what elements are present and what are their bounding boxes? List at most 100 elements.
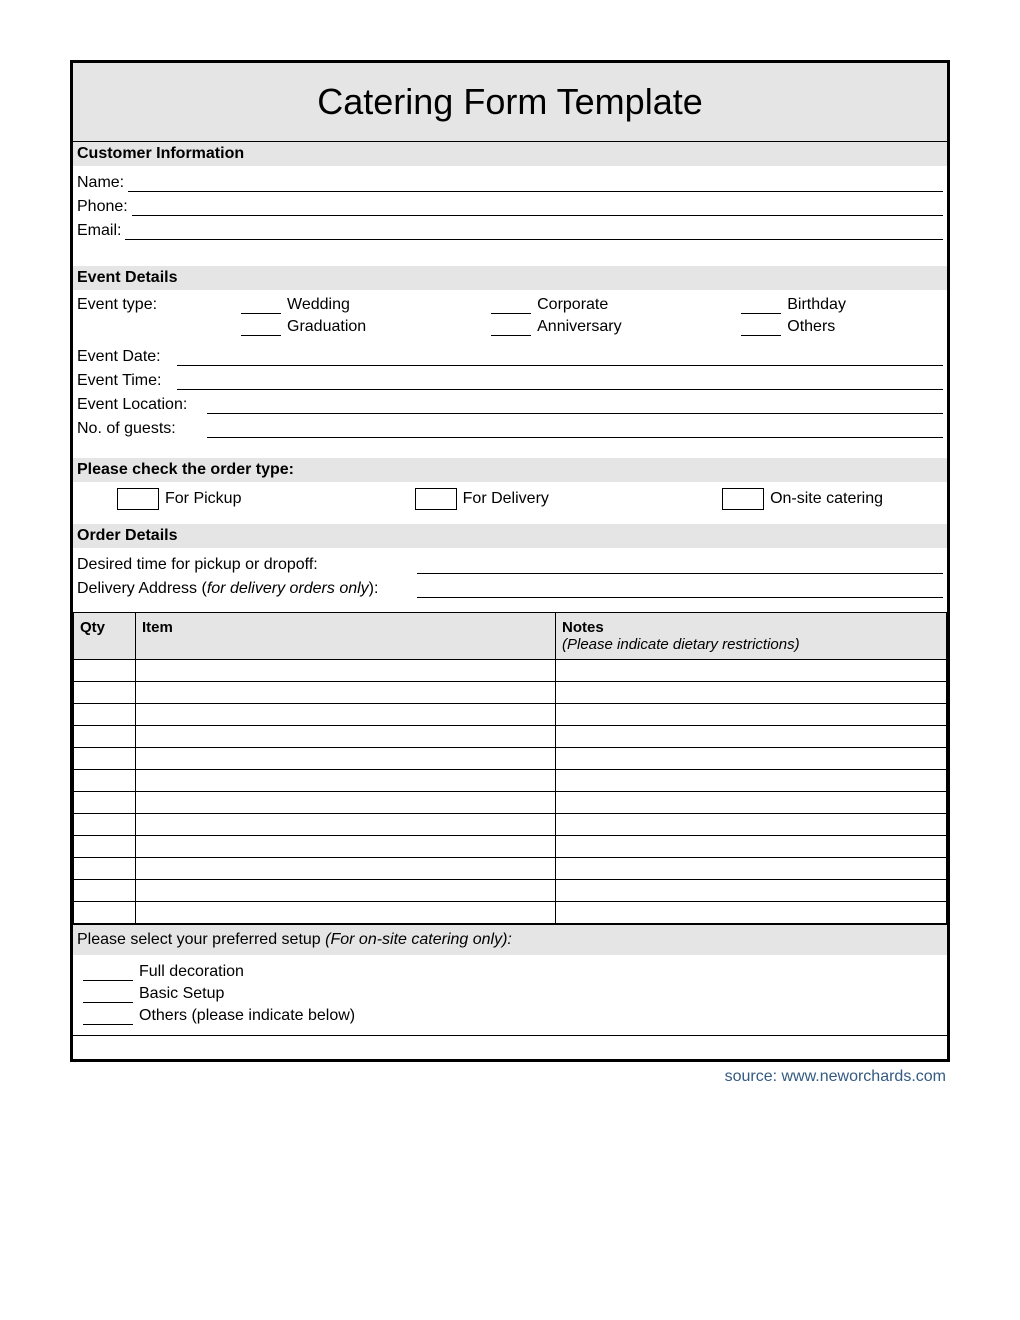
cell-notes[interactable] [556,726,947,748]
col-item: Item [136,613,556,660]
check-line[interactable] [491,296,531,314]
phone-field[interactable] [132,196,943,216]
event-type-option[interactable]: Graduation [181,318,431,336]
event-type-option[interactable]: Birthday [681,296,931,314]
pickup-time-field[interactable] [417,554,943,574]
event-type-option[interactable]: Corporate [431,296,681,314]
delivery-address-field[interactable] [417,578,943,598]
check-line[interactable] [241,296,281,314]
form-container: Catering Form Template Customer Informat… [70,60,950,1062]
cell-item[interactable] [136,748,556,770]
cell-qty[interactable] [74,770,136,792]
name-field[interactable] [128,172,943,192]
phone-label: Phone: [77,198,132,216]
cell-item[interactable] [136,836,556,858]
check-line[interactable] [83,985,133,1003]
cell-qty[interactable] [74,858,136,880]
form-title: Catering Form Template [73,63,947,142]
cell-notes[interactable] [556,704,947,726]
ordertype-option[interactable]: For Delivery [415,488,549,510]
col-notes: Notes (Please indicate dietary restricti… [556,613,947,660]
cell-notes[interactable] [556,814,947,836]
cell-notes[interactable] [556,748,947,770]
cell-qty[interactable] [74,792,136,814]
ordertype-option[interactable]: On-site catering [722,488,883,510]
cell-qty[interactable] [74,814,136,836]
cell-qty[interactable] [74,682,136,704]
event-type-option-label: Anniversary [537,318,621,336]
cell-notes[interactable] [556,880,947,902]
table-row [74,836,947,858]
check-line[interactable] [241,318,281,336]
cell-notes[interactable] [556,770,947,792]
cell-notes[interactable] [556,836,947,858]
event-location-label: Event Location: [77,396,207,414]
cell-item[interactable] [136,814,556,836]
checkbox[interactable] [415,488,457,510]
event-location-field[interactable] [207,394,943,414]
setup-option[interactable]: Full decoration [77,963,943,981]
cell-item[interactable] [136,704,556,726]
ordertype-option[interactable]: For Pickup [117,488,241,510]
check-line[interactable] [491,318,531,336]
table-row [74,660,947,682]
customer-heading: Customer Information [73,142,947,166]
cell-item[interactable] [136,682,556,704]
event-type-option[interactable]: Wedding [181,296,431,314]
orderdetails-heading: Order Details [73,524,947,548]
table-row [74,858,947,880]
ordertype-heading: Please check the order type: [73,458,947,482]
event-type-option[interactable]: Others [681,318,931,336]
cell-item[interactable] [136,792,556,814]
cell-item[interactable] [136,880,556,902]
table-row [74,726,947,748]
cell-notes[interactable] [556,902,947,924]
check-line[interactable] [83,963,133,981]
email-label: Email: [77,222,125,240]
event-time-label: Event Time: [77,372,177,390]
col-qty: Qty [74,613,136,660]
cell-qty[interactable] [74,726,136,748]
event-type-option-label: Corporate [537,296,608,314]
event-type-option-label: Birthday [787,296,846,314]
setup-option[interactable]: Others (please indicate below) [77,1007,943,1025]
pickup-time-label: Desired time for pickup or dropoff: [77,556,417,574]
customer-block: Name: Phone: Email: [73,166,947,266]
event-time-field[interactable] [177,370,943,390]
event-date-label: Event Date: [77,348,177,366]
cell-item[interactable] [136,770,556,792]
setup-freeform-line[interactable] [73,1035,947,1059]
event-date-field[interactable] [177,346,943,366]
checkbox[interactable] [117,488,159,510]
check-line[interactable] [741,318,781,336]
email-field[interactable] [125,220,943,240]
cell-qty[interactable] [74,880,136,902]
setup-options: Full decoration Basic Setup Others (please… [73,955,947,1035]
guests-field[interactable] [207,418,943,438]
check-line[interactable] [741,296,781,314]
checkbox[interactable] [722,488,764,510]
cell-qty[interactable] [74,704,136,726]
cell-notes[interactable] [556,858,947,880]
ordertype-option-label: For Pickup [165,490,241,508]
cell-item[interactable] [136,660,556,682]
cell-qty[interactable] [74,836,136,858]
setup-option[interactable]: Basic Setup [77,985,943,1003]
cell-notes[interactable] [556,792,947,814]
cell-qty[interactable] [74,660,136,682]
cell-notes[interactable] [556,682,947,704]
table-row [74,902,947,924]
setup-option-label: Full decoration [139,963,244,981]
cell-item[interactable] [136,902,556,924]
cell-item[interactable] [136,858,556,880]
check-line[interactable] [83,1007,133,1025]
cell-qty[interactable] [74,902,136,924]
event-type-option-label: Others [787,318,835,336]
cell-notes[interactable] [556,660,947,682]
items-table: Qty Item Notes (Please indicate dietary … [73,612,947,924]
cell-qty[interactable] [74,748,136,770]
cell-item[interactable] [136,726,556,748]
table-row [74,682,947,704]
event-type-option[interactable]: Anniversary [431,318,681,336]
setup-option-label: Others (please indicate below) [139,1007,355,1025]
